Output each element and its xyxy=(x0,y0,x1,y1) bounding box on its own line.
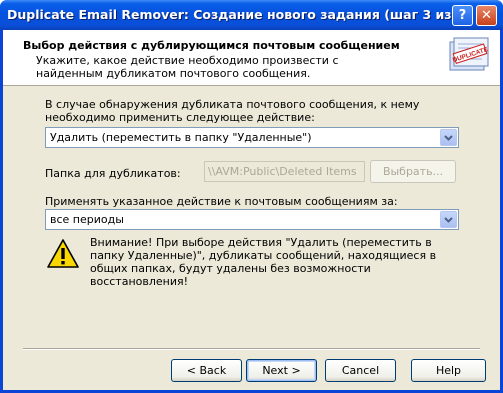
wizard-header: Выбор действия с дублирующимся почтовым … xyxy=(3,30,500,86)
footer-divider xyxy=(23,348,480,350)
period-dropdown-button[interactable] xyxy=(440,211,457,228)
action-select[interactable]: Удалить (переместить в папку "Удаленные"… xyxy=(45,127,459,148)
window-title: Duplicate Email Remover: Создание нового… xyxy=(7,7,471,22)
close-button[interactable]: ✕ xyxy=(476,5,497,26)
header-subtitle: Укажите, какое действие необходимо произ… xyxy=(36,54,339,80)
warning-text: Внимание! При выборе действия "Удалить (… xyxy=(90,236,437,288)
help-button[interactable]: Help xyxy=(411,359,486,382)
period-select[interactable]: все периоды xyxy=(45,209,459,230)
action-prompt: В случае обнаружения дубликата почтового… xyxy=(45,98,420,124)
period-select-value: все периоды xyxy=(50,213,124,226)
title-bar[interactable]: Duplicate Email Remover: Создание нового… xyxy=(0,0,503,30)
folder-field-value: \\AVM:Public\Deleted Items xyxy=(208,165,357,178)
chevron-down-icon xyxy=(444,217,453,223)
cancel-button[interactable]: Cancel xyxy=(325,359,396,382)
folder-label: Папка для дубликатов: xyxy=(45,167,181,180)
warning-icon xyxy=(47,239,79,268)
period-prompt: Применять указанное действие к почтовым … xyxy=(45,195,398,208)
browse-folder-button[interactable]: Выбрать... xyxy=(370,160,456,183)
next-button[interactable]: Next > xyxy=(246,359,317,382)
back-button[interactable]: < Back xyxy=(171,359,242,382)
chevron-down-icon xyxy=(444,135,453,141)
action-select-value: Удалить (переместить в папку "Удаленные"… xyxy=(50,131,312,144)
action-dropdown-button[interactable] xyxy=(440,129,457,146)
duplicate-logo-icon: DUPLICATE xyxy=(449,37,490,71)
dialog-window: Duplicate Email Remover: Создание нового… xyxy=(0,0,503,393)
folder-field[interactable]: \\AVM:Public\Deleted Items xyxy=(204,161,365,182)
help-title-button[interactable]: ? xyxy=(452,5,473,26)
header-title: Выбор действия с дублирующимся почтовым … xyxy=(23,39,400,52)
dialog-client: Выбор действия с дублирующимся почтовым … xyxy=(3,30,500,390)
